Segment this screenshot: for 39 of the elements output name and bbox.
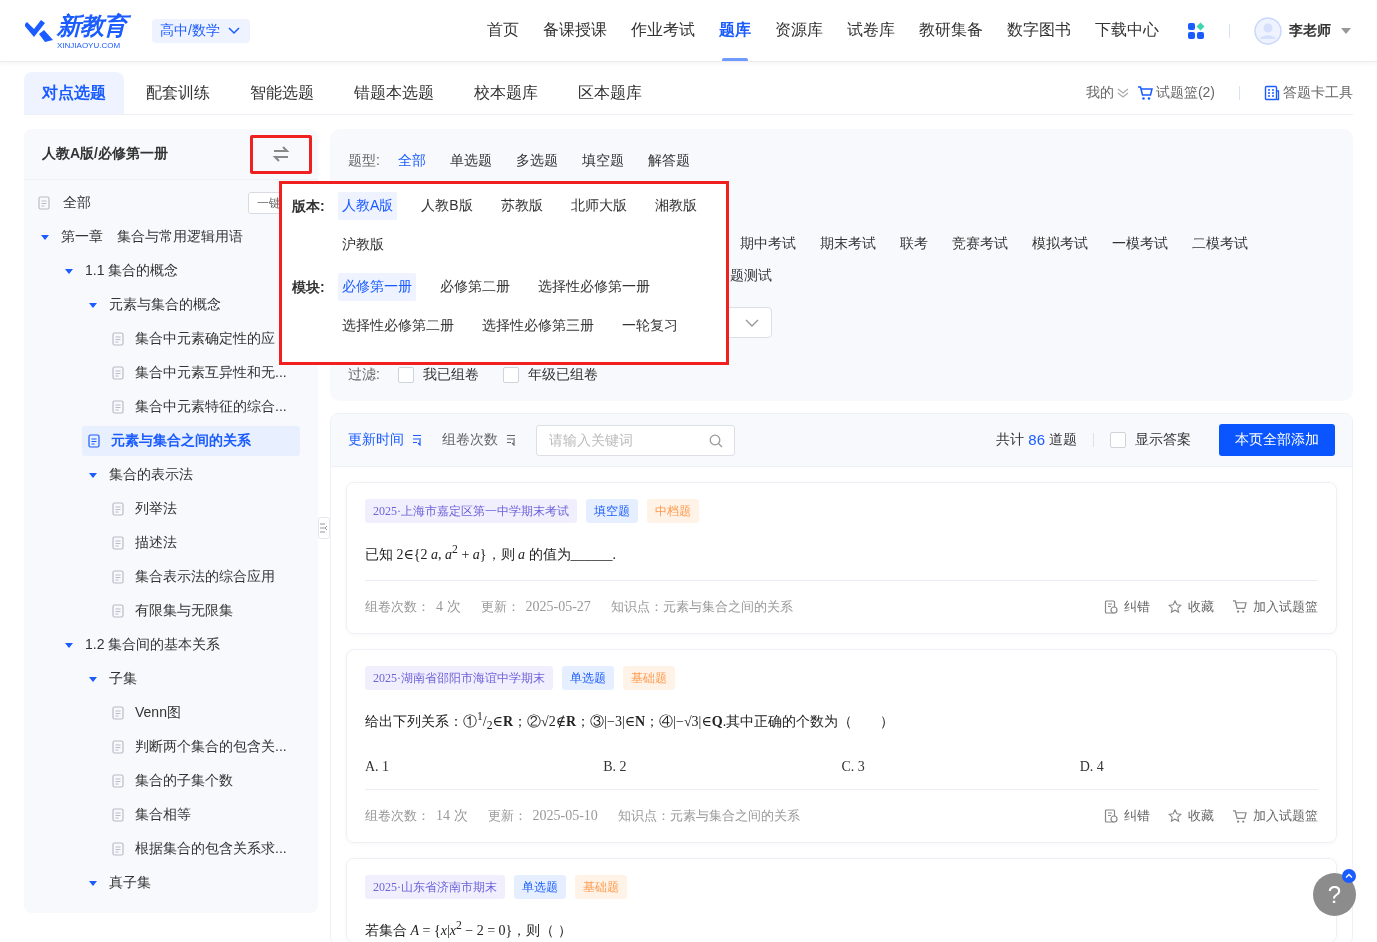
meta-text: 2025-05-10 <box>532 808 598 825</box>
sidebar-title: 人教A版/必修第一册 <box>42 145 168 163</box>
type-tag: 单选题 <box>562 665 614 690</box>
popup-label: 版本: <box>292 197 326 216</box>
difficulty-tag: 中档题 <box>647 499 699 523</box>
source-tag: 2025·湖南省邵阳市海谊中学期末 <box>365 665 553 690</box>
answer-choice: B. 2 <box>603 759 628 776</box>
question-stem: 给出下列关系：①$^{1}$/$_{2}$∈R；②√2∉R；③|−3|∈N；④|−√3|∈Q.其中正确的个数为（ ） <box>365 708 896 735</box>
checkbox-label: 显示答案 <box>1135 431 1191 449</box>
meta-text: 知识点：元素与集合之间的关系 <box>617 807 800 826</box>
total-label: 道题 <box>1049 431 1077 449</box>
question-stem: 已知 2∈{2 a, a$^{2}$ + a}，则 a 的值为______. <box>365 542 618 564</box>
total-label: 共计 <box>996 431 1025 449</box>
difficulty-tag: 基础题 <box>575 875 627 900</box>
answer-choice: D. 4 <box>1079 759 1105 776</box>
type-tag: 单选题 <box>514 875 566 900</box>
difficulty-tag: 基础题 <box>623 665 675 690</box>
meta-text: 组卷次数： <box>365 807 430 826</box>
filter-label: 过滤: <box>348 366 380 384</box>
popup-label: 模块: <box>292 278 326 297</box>
source-tag: 2025·上海市嘉定区第一中学期末考试 <box>365 499 577 523</box>
answer-choice: C. 3 <box>841 759 866 776</box>
type-tag: 填空题 <box>586 499 638 523</box>
total-count: 86 <box>1028 431 1045 449</box>
answer-choice: A. 1 <box>365 759 391 776</box>
checkbox-label: 我已组卷 <box>422 366 479 384</box>
meta-text: 更新： <box>487 807 527 826</box>
meta-text: 知识点：元素与集合之间的关系 <box>610 597 793 616</box>
meta-text: 14 次 <box>436 807 468 826</box>
meta-text: 组卷次数： <box>365 597 430 616</box>
meta-text: 4 次 <box>436 597 461 616</box>
filter-label: 题型: <box>348 152 380 170</box>
logo-name: 新教育 <box>57 10 130 41</box>
question-stem: 若集合 A = {x|x$^{2}$ − 2 = 0}，则（ ） <box>365 918 573 940</box>
source-tag: 2025·山东省济南市期末 <box>365 875 505 900</box>
logo-domain: XINJIAOYU.COM <box>57 40 122 51</box>
meta-text: 更新： <box>480 597 520 616</box>
meta-text: 2025-05-27 <box>525 598 591 615</box>
checkbox-label: 年级已组卷 <box>527 366 598 384</box>
